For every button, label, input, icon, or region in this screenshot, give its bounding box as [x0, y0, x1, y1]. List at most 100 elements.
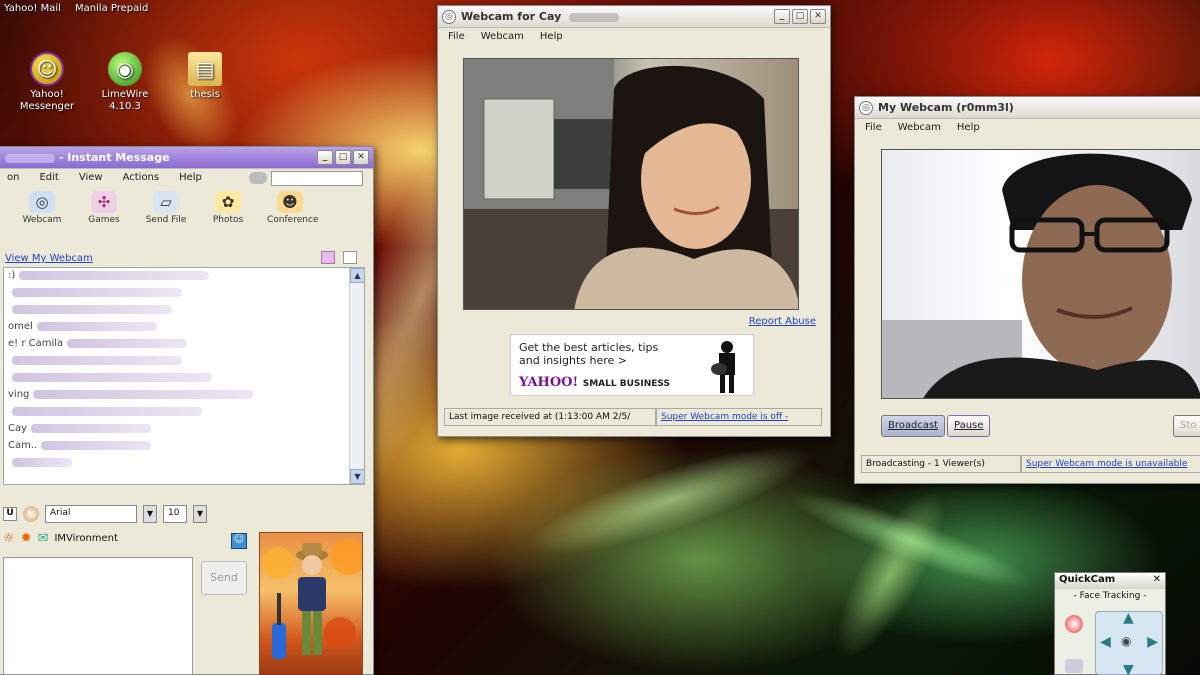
arrow-down-icon[interactable]: ▼ — [1123, 662, 1134, 675]
friend-webcam-window: ◎ Webcam for Cay _ □ ✕ File Webcam Help … — [437, 5, 831, 437]
arrow-right-icon[interactable]: ▶ — [1147, 634, 1158, 650]
my-webcam-titlebar[interactable]: ◎ My Webcam (r0mm3l) — [855, 97, 1200, 119]
menu-item-help[interactable]: Help — [957, 122, 980, 134]
smiley-icon[interactable]: ☼ — [3, 531, 15, 546]
friend-webcam-menubar: File Webcam Help — [438, 28, 830, 46]
sun-icon[interactable]: ✹ — [21, 531, 32, 546]
chat-message-text: omel — [8, 321, 33, 332]
chat-lines: :) omel e! r Camila ving Cay Cam.. — [4, 270, 364, 472]
chat-message — [8, 372, 364, 387]
menu-item-view[interactable]: View — [79, 172, 103, 184]
toolbar-photos-button[interactable]: ✿ Photos — [205, 191, 251, 231]
toolbar-conference-button[interactable]: ☻ Conference — [267, 191, 318, 231]
im-titlebar[interactable]: - Instant Message _ □ ✕ — [0, 147, 373, 169]
taskbar-item-yahoo-mail[interactable]: Yahoo! Mail — [4, 0, 61, 18]
friend-webcam-title: Webcam for Cay — [461, 10, 772, 23]
quickcam-titlebar[interactable]: QuickCam ✕ — [1055, 573, 1165, 589]
redacted-message — [12, 406, 202, 416]
avatar-toggle-icon[interactable]: ☺ — [231, 533, 247, 549]
menu-item-action[interactable]: on — [7, 172, 19, 184]
maximize-button[interactable]: □ — [335, 150, 351, 165]
desktop-icon-label: LimeWire 4.10.3 — [101, 89, 149, 112]
maximize-button[interactable]: □ — [792, 9, 808, 24]
close-button[interactable]: ✕ — [810, 9, 826, 24]
webcam-icon: ◎ — [859, 100, 873, 115]
yahoo-small-business-ad[interactable]: Get the best articles, tips and insights… — [510, 334, 754, 396]
friend-webcam-statusbar: Last image received at (1:13:00 AM 2/5/ … — [444, 408, 824, 426]
chevron-down-icon[interactable]: ▼ — [193, 505, 207, 523]
imvironment-label[interactable]: IMVironment — [54, 533, 117, 544]
underline-button[interactable]: U — [3, 507, 17, 521]
friend-webcam-titlebar[interactable]: ◎ Webcam for Cay _ □ ✕ — [438, 6, 830, 28]
broadcast-button[interactable]: Broadcast — [881, 415, 946, 437]
imvironment-icon[interactable]: ✉ — [38, 531, 49, 546]
chevron-down-icon[interactable]: ▼ — [143, 505, 157, 523]
close-icon[interactable]: ✕ — [1153, 574, 1161, 588]
face-tracking-icon[interactable] — [1065, 615, 1083, 633]
redacted-message — [41, 440, 152, 450]
format-toolbar: U Arial ▼ 10 ▼ — [3, 505, 207, 523]
menu-item-actions[interactable]: Actions — [123, 172, 160, 184]
avatar-illustration — [262, 539, 362, 659]
message-input[interactable] — [3, 557, 193, 675]
menu-item-edit[interactable]: Edit — [39, 172, 58, 184]
font-size-select[interactable]: 10 — [163, 505, 187, 523]
menu-item-file[interactable]: File — [865, 122, 882, 134]
center-icon[interactable]: ◉ — [1121, 634, 1131, 648]
toolbar-webcam-button[interactable]: ◎ Webcam — [19, 191, 65, 231]
super-webcam-status[interactable]: Super Webcam mode is off - — [656, 408, 822, 426]
scroll-up-button[interactable]: ▲ — [350, 268, 364, 283]
contact-icon[interactable] — [343, 251, 357, 264]
im-toolbar: ◎ Webcam ✣ Games ▱ Send File ✿ Photos ☻ … — [0, 187, 373, 231]
arrow-up-icon[interactable]: ▲ — [1123, 610, 1134, 626]
font-name-select[interactable]: Arial — [45, 505, 137, 523]
pan-tilt-control[interactable]: ▲ ◀ ▶ ◉ ▼ — [1095, 610, 1163, 675]
my-webcam-title: My Webcam (r0mm3l) — [878, 101, 1014, 114]
friend-webcam-feed — [463, 58, 799, 310]
imvironment-row: ☼ ✹ ✉ IMVironment — [3, 531, 118, 546]
desktop-icon-label: Yahoo! Messenger — [19, 89, 75, 112]
settings-icon[interactable] — [1065, 659, 1083, 673]
menu-item-help[interactable]: Help — [179, 172, 202, 184]
redacted-name — [5, 153, 55, 163]
report-abuse-link[interactable]: Report Abuse — [749, 316, 816, 327]
taskbar-item-manila-prepaid[interactable]: Manila Prepaid — [75, 0, 148, 18]
scroll-down-button[interactable]: ▼ — [350, 469, 364, 484]
chat-message — [8, 355, 364, 370]
arrow-left-icon[interactable]: ◀ — [1100, 634, 1111, 650]
limewire-icon: ◉ — [108, 52, 142, 86]
chat-message-prefix: :) — [8, 270, 16, 281]
view-my-webcam-link[interactable]: View My Webcam — [5, 253, 93, 264]
face-tracking-label: - Face Tracking - — [1073, 591, 1147, 601]
menu-item-help[interactable]: Help — [540, 31, 563, 43]
chat-log[interactable]: :) omel e! r Camila ving Cay Cam.. ▲ ▼ — [3, 267, 365, 485]
desktop-icon-yahoo-messenger[interactable]: ☺ Yahoo! Messenger — [12, 52, 82, 113]
close-button[interactable]: ✕ — [353, 150, 369, 165]
desktop-icon-thesis[interactable]: ▤ thesis — [170, 52, 240, 101]
toolbar-games-button[interactable]: ✣ Games — [81, 191, 127, 231]
im-search-input[interactable] — [271, 170, 363, 186]
pause-button[interactable]: Pause — [947, 415, 991, 437]
redacted-message — [36, 321, 157, 331]
super-webcam-status[interactable]: Super Webcam mode is unavailable — [1021, 455, 1200, 473]
desktop-icon-limewire[interactable]: ◉ LimeWire 4.10.3 — [90, 52, 160, 113]
chat-message: Cay — [8, 423, 364, 438]
chat-scrollbar[interactable]: ▲ ▼ — [349, 268, 364, 484]
chat-message — [8, 457, 364, 472]
send-button[interactable]: Send — [201, 561, 247, 595]
yahoo-logo: YAHOO! SMALL BUSINESS — [519, 375, 670, 390]
menu-item-webcam[interactable]: Webcam — [481, 31, 524, 43]
minimize-button[interactable]: _ — [317, 150, 333, 165]
stop-button[interactable]: Sto — [1173, 415, 1200, 437]
search-icon — [249, 172, 267, 184]
redacted-message — [19, 270, 210, 280]
menu-item-file[interactable]: File — [448, 31, 465, 43]
emoticon-icon[interactable] — [321, 251, 335, 264]
toolbar-send-file-button[interactable]: ▱ Send File — [143, 191, 189, 231]
conference-icon: ☻ — [277, 191, 303, 213]
menu-item-webcam[interactable]: Webcam — [898, 122, 941, 134]
avatar — [259, 532, 363, 675]
minimize-button[interactable]: _ — [774, 9, 790, 24]
color-palette-icon[interactable] — [23, 506, 39, 522]
chat-message: ving — [8, 389, 364, 404]
